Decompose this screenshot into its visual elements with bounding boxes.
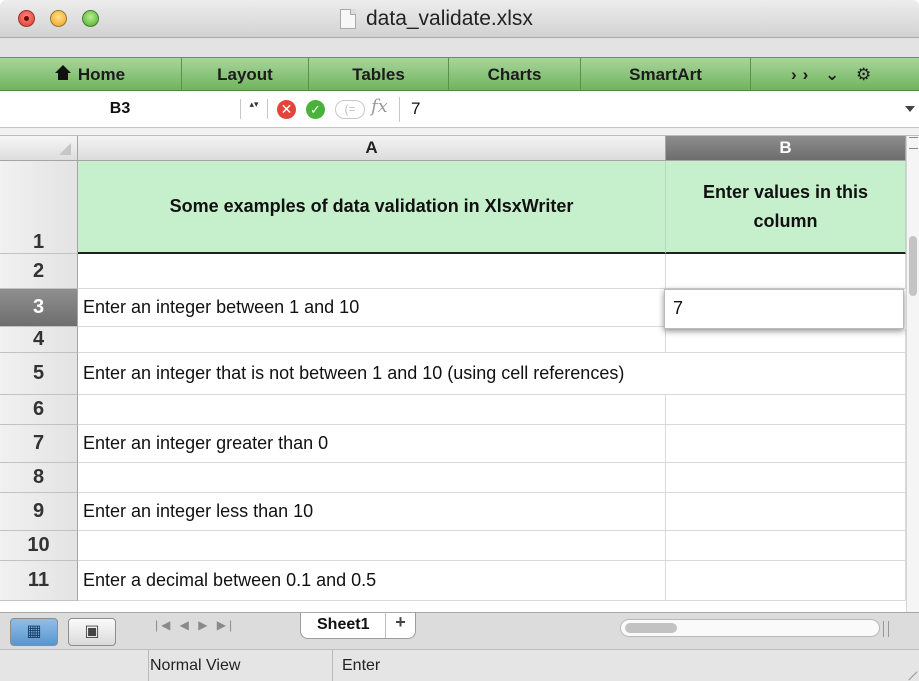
- row-header-10[interactable]: 10: [0, 531, 78, 561]
- title-bar: data_validate.xlsx: [0, 0, 919, 38]
- vertical-scrollbar[interactable]: [906, 136, 919, 612]
- sheet-tab-sheet1[interactable]: Sheet1 +: [300, 612, 416, 639]
- stepper-glyph: ▴▾: [249, 99, 259, 109]
- sheet-tab-bar: ▦ ▣ |◀ ◀ ▶ ▶| Sheet1 +: [0, 612, 919, 649]
- horizontal-scroll-thumb[interactable]: [625, 623, 677, 633]
- cell-b1[interactable]: Enter values in this column: [666, 161, 906, 254]
- status-view-mode: Normal View: [148, 650, 240, 681]
- cell-a9[interactable]: Enter an integer less than 10: [78, 493, 666, 531]
- ribbon-tabs: Home Layout Tables Charts SmartArt ›› ⌄ …: [0, 57, 919, 92]
- row-header-2[interactable]: 2: [0, 254, 78, 289]
- normal-view-icon: ▦: [26, 623, 42, 640]
- view-buttons: ▦ ▣: [10, 618, 132, 646]
- page-layout-view-button[interactable]: ▣: [68, 618, 116, 646]
- row-header-1[interactable]: 1: [0, 161, 78, 254]
- row-header-5[interactable]: 5: [0, 353, 78, 395]
- tab-home[interactable]: Home: [0, 58, 182, 92]
- cell-b6[interactable]: [666, 395, 906, 425]
- cell-a2[interactable]: [78, 254, 666, 289]
- minimize-window-button[interactable]: [50, 10, 67, 27]
- cell-a8[interactable]: [78, 463, 666, 493]
- name-box-stepper-icon[interactable]: ▴▾: [240, 99, 268, 119]
- cell-b2[interactable]: [666, 254, 906, 289]
- tab-smartart[interactable]: SmartArt: [581, 58, 751, 92]
- ribbon-more-controls[interactable]: ›› ⌄ ⚙: [751, 58, 919, 92]
- cell-b10[interactable]: [666, 531, 906, 561]
- normal-view-button[interactable]: ▦: [10, 618, 58, 646]
- row-header-4[interactable]: 4: [0, 327, 78, 353]
- cell-b4[interactable]: [666, 329, 906, 353]
- cancel-entry-icon[interactable]: ✕: [277, 100, 296, 119]
- formula-separator: [399, 97, 400, 122]
- formula-expand-icon[interactable]: [905, 106, 915, 112]
- tab-home-label: Home: [77, 65, 126, 84]
- cell-b11[interactable]: [666, 561, 906, 601]
- cell-a4[interactable]: [78, 327, 666, 353]
- zoom-window-button[interactable]: [82, 10, 99, 27]
- row-header-7[interactable]: 7: [0, 425, 78, 463]
- close-window-button[interactable]: [18, 10, 35, 27]
- cell-b1-text: Enter values in this column: [702, 181, 869, 231]
- home-icon: [54, 65, 71, 81]
- confirm-entry-icon[interactable]: ✓: [306, 100, 325, 119]
- window-title: data_validate.xlsx: [366, 7, 533, 30]
- status-entry-state: Enter: [332, 650, 380, 681]
- row-header-9[interactable]: 9: [0, 493, 78, 531]
- tab-tables[interactable]: Tables: [309, 58, 449, 92]
- resize-grip-icon[interactable]: [900, 663, 918, 681]
- row-header-6[interactable]: 6: [0, 395, 78, 425]
- row-header-8[interactable]: 8: [0, 463, 78, 493]
- name-box[interactable]: B3: [0, 91, 240, 127]
- cell-a5[interactable]: Enter an integer that is not between 1 a…: [78, 353, 666, 395]
- row-header-11[interactable]: 11: [0, 561, 78, 601]
- horizontal-scrollbar[interactable]: [620, 619, 880, 637]
- toolbar-strip: [0, 38, 919, 57]
- spreadsheet-grid: A B 1 Some examples of data validation i…: [0, 136, 906, 612]
- vertical-scroll-thumb[interactable]: [909, 236, 917, 296]
- cell-b9[interactable]: [666, 493, 906, 531]
- select-all-corner[interactable]: [0, 136, 78, 161]
- cell-b7[interactable]: [666, 425, 906, 463]
- ribbon-overflow-icon[interactable]: ›› ⌄ ⚙: [791, 65, 877, 84]
- cell-a1-text: Some examples of data validation in Xlsx…: [169, 196, 574, 216]
- split-handle-icon[interactable]: [909, 137, 918, 149]
- tab-charts[interactable]: Charts: [449, 58, 581, 92]
- page-layout-view-icon: ▣: [84, 623, 100, 640]
- cell-a10[interactable]: [78, 531, 666, 561]
- row-header-3[interactable]: 3: [0, 289, 78, 327]
- scrollbar-split-icon[interactable]: [883, 621, 889, 637]
- add-sheet-button[interactable]: +: [385, 612, 415, 638]
- insert-formula-icon[interactable]: (=: [335, 100, 365, 119]
- cell-b5[interactable]: [666, 353, 906, 395]
- column-header-b[interactable]: B: [666, 136, 906, 161]
- cell-a6[interactable]: [78, 395, 666, 425]
- formula-bar-divider: [0, 128, 919, 136]
- cell-a7[interactable]: Enter an integer greater than 0: [78, 425, 666, 463]
- status-bar: Normal View Enter: [0, 649, 919, 681]
- formula-input[interactable]: 7: [411, 91, 420, 127]
- cell-b3-active[interactable]: 7: [664, 289, 904, 329]
- cell-a3[interactable]: Enter an integer between 1 and 10: [78, 289, 666, 327]
- document-icon: [340, 9, 356, 29]
- column-header-a[interactable]: A: [78, 136, 666, 161]
- function-icon[interactable]: fx: [371, 96, 388, 117]
- sheet-nav-arrows-icon[interactable]: |◀ ◀ ▶ ▶|: [155, 618, 235, 632]
- cell-a11[interactable]: Enter a decimal between 0.1 and 0.5: [78, 561, 666, 601]
- tab-layout[interactable]: Layout: [182, 58, 309, 92]
- cell-a1[interactable]: Some examples of data validation in Xlsx…: [78, 161, 666, 254]
- formula-bar: B3 ▴▾ ✕ ✓ (= fx 7: [0, 91, 919, 128]
- cell-b8[interactable]: [666, 463, 906, 493]
- sheet-tab-label: Sheet1: [317, 616, 370, 633]
